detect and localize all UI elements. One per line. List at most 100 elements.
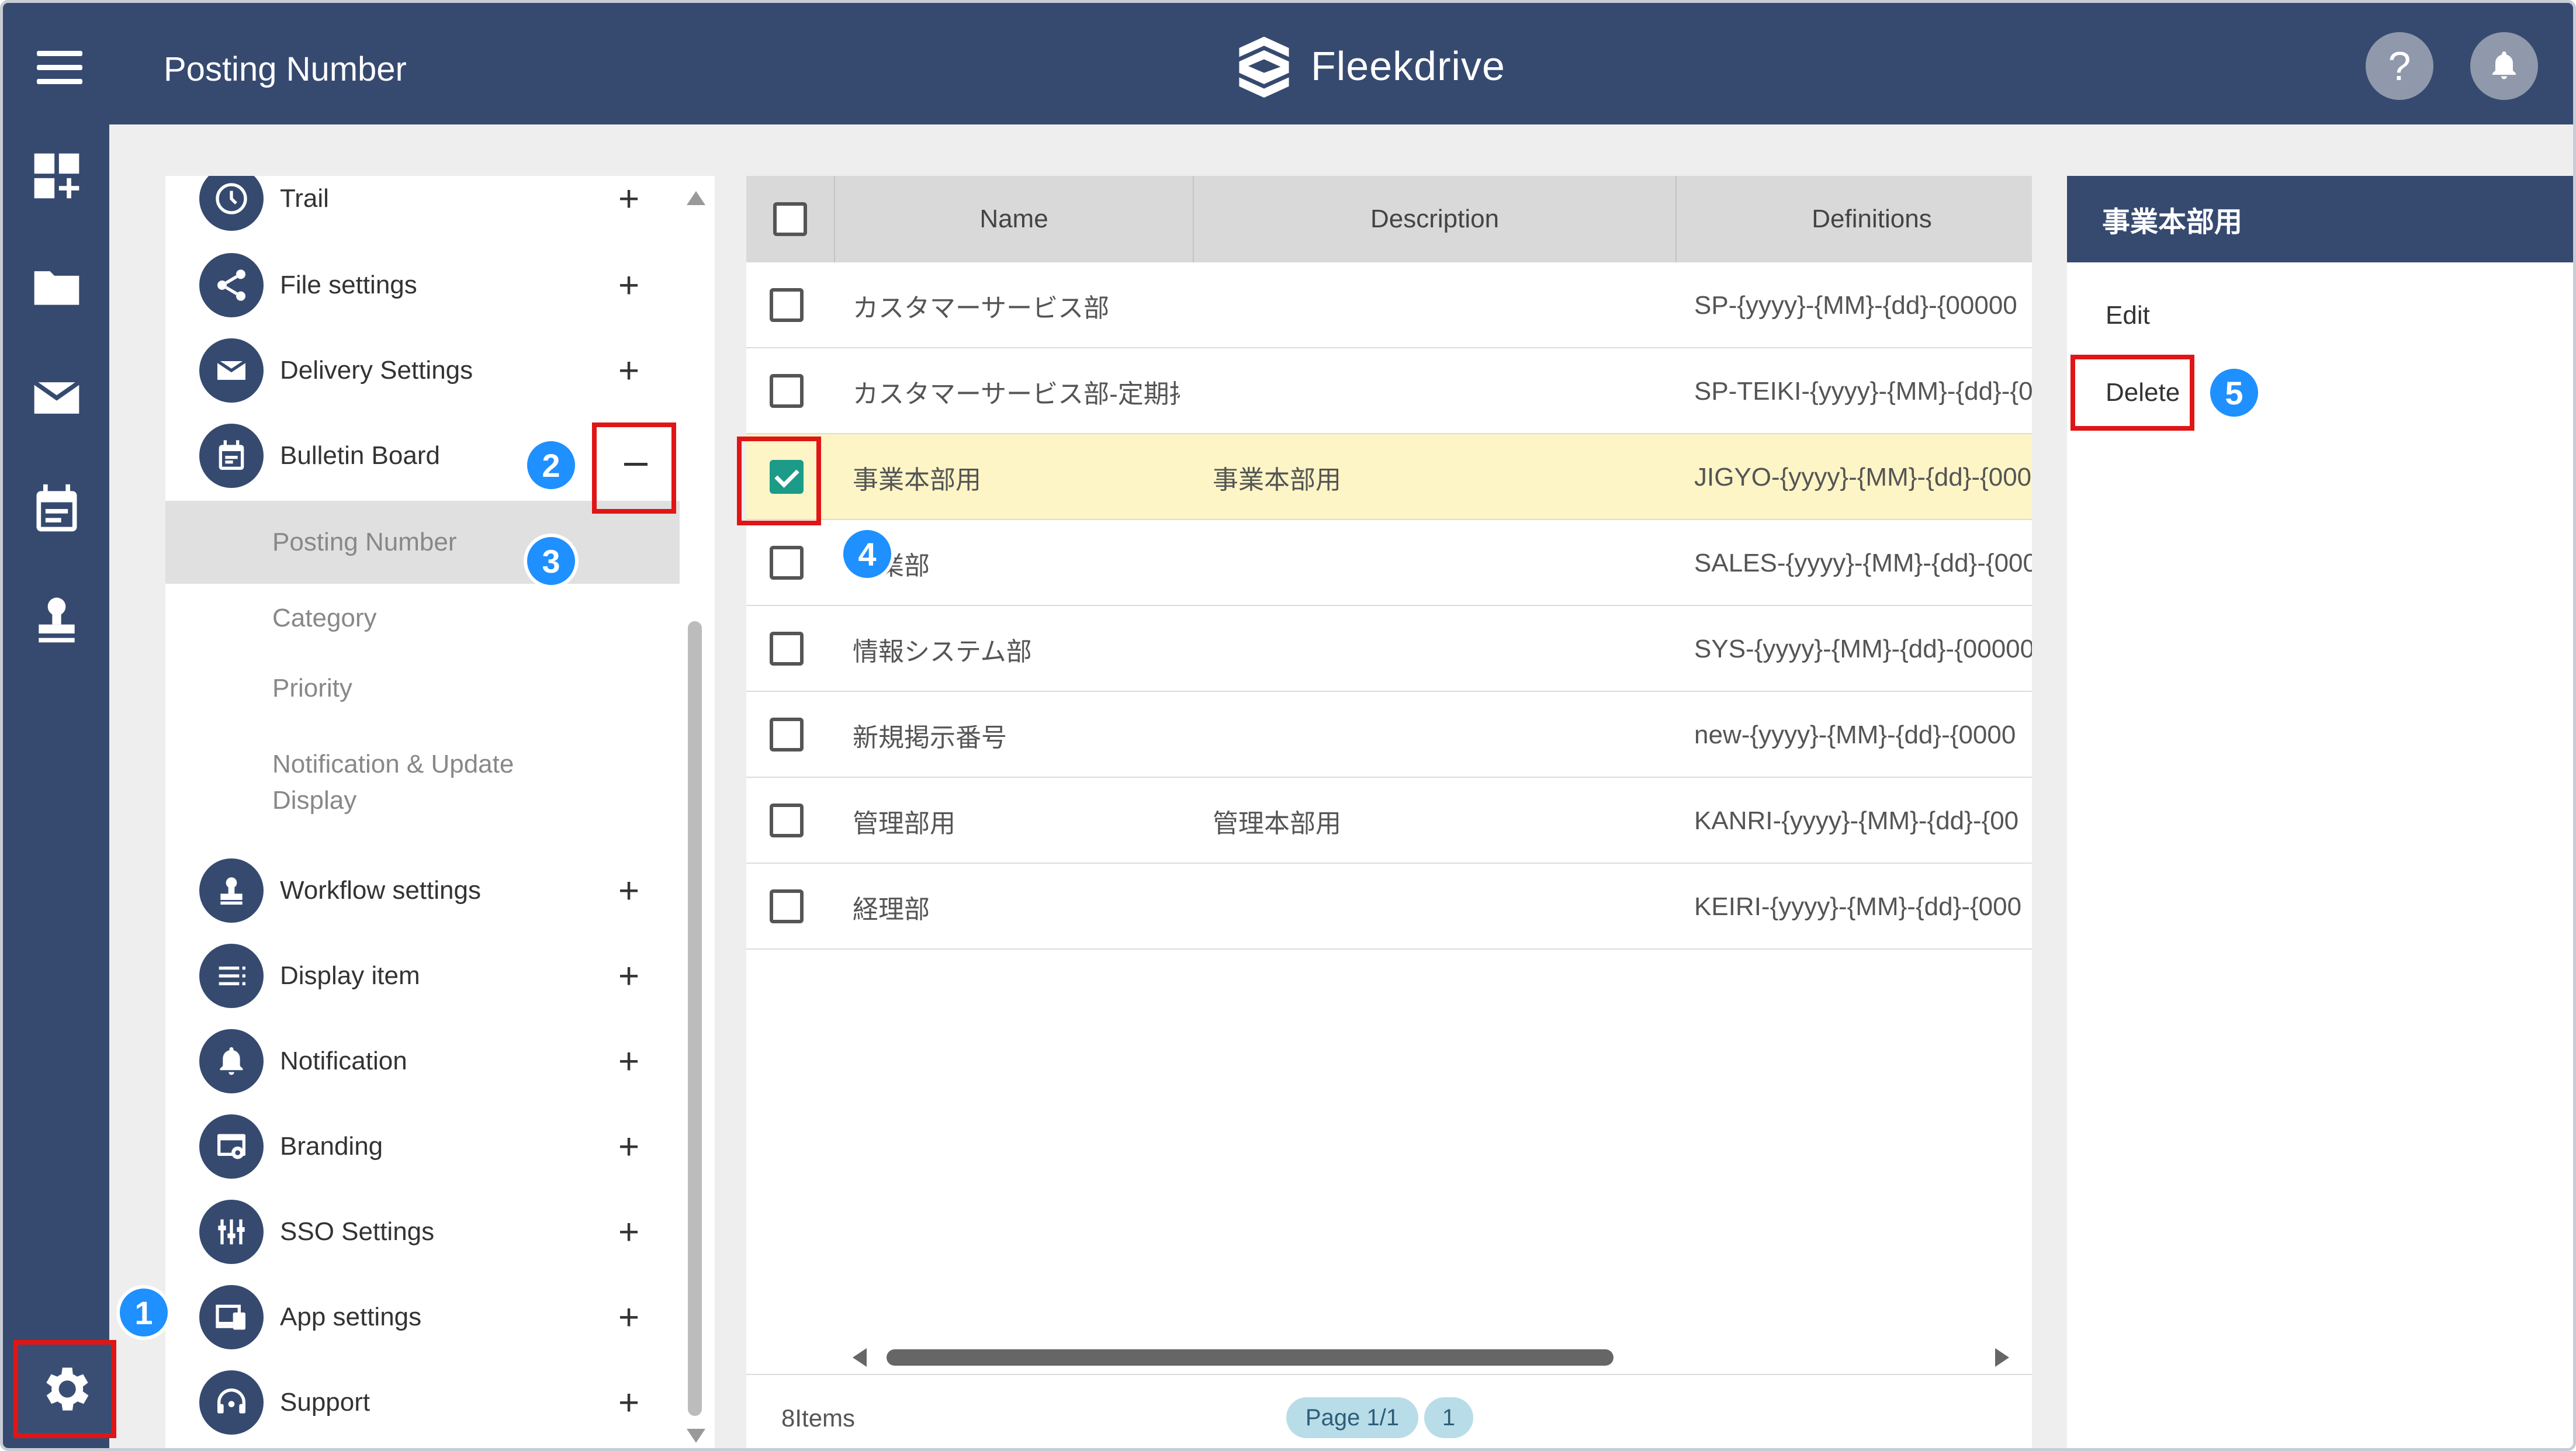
menu-item-delivery-settings[interactable]: Delivery Settings + xyxy=(165,328,680,413)
menu-scrollbar-thumb[interactable] xyxy=(688,621,702,1416)
table-header: Name Description Definitions xyxy=(746,176,2032,262)
step-badge-5: 5 xyxy=(2207,365,2262,420)
bell-icon xyxy=(199,1029,264,1093)
column-header-definitions[interactable]: Definitions xyxy=(1677,176,2032,262)
menu-item-branding[interactable]: Branding + xyxy=(165,1104,680,1189)
stamp-icon[interactable] xyxy=(30,593,84,647)
menu-item-label: Trail xyxy=(280,184,329,213)
highlight-collapse-button xyxy=(592,423,676,514)
cell-definition: new-{yyyy}-{MM}-{dd}-{0000 xyxy=(1694,720,2016,749)
mail-icon[interactable] xyxy=(30,371,84,425)
logo: Fleekdrive xyxy=(1230,31,1505,101)
step-badge-4: 4 xyxy=(840,527,895,581)
submenu-notification-update-line2[interactable]: Display xyxy=(165,782,680,819)
table-row[interactable]: カスタマーサービス部 SP-{yyyy}-{MM}-{dd}-{00000 xyxy=(746,262,2032,348)
cell-definition: SYS-{yyyy}-{MM}-{dd}-{00000 xyxy=(1694,634,2032,663)
table-row[interactable]: カスタマーサービス部-定期掲 SP-TEIKI-{yyyy}-{MM}-{dd}… xyxy=(746,348,2032,434)
cell-definition: JIGYO-{yyyy}-{MM}-{dd}-{000 xyxy=(1694,462,2032,491)
plus-icon[interactable]: + xyxy=(618,870,639,912)
row-checkbox[interactable] xyxy=(770,374,804,408)
row-checkbox[interactable] xyxy=(770,804,804,837)
menu-item-label: Branding xyxy=(280,1132,383,1161)
folder-icon[interactable] xyxy=(30,260,84,314)
sso-icon xyxy=(199,1200,264,1264)
menu-item-workflow-settings[interactable]: Workflow settings + xyxy=(165,848,680,933)
menu-item-label: Notification xyxy=(280,1047,407,1075)
submenu-category[interactable]: Category xyxy=(165,598,680,639)
step-badge-2: 2 xyxy=(524,438,579,493)
cell-name: 経理部 xyxy=(853,895,930,924)
fleekdrive-logo-icon xyxy=(1239,36,1289,98)
bell-icon xyxy=(2492,51,2516,79)
row-checkbox[interactable] xyxy=(770,632,804,666)
submenu-notification-update-line1[interactable]: Notification & Update xyxy=(165,746,680,782)
plus-icon[interactable]: + xyxy=(618,1126,639,1168)
cell-description xyxy=(1213,864,1657,950)
scroll-up-arrow-icon[interactable] xyxy=(687,191,705,205)
column-header-description[interactable]: Description xyxy=(1194,176,1677,262)
select-all-checkbox[interactable] xyxy=(773,202,807,236)
plus-icon[interactable]: + xyxy=(618,1211,639,1253)
scroll-down-arrow-icon[interactable] xyxy=(687,1429,705,1443)
scroll-right-arrow-icon[interactable] xyxy=(1995,1348,2009,1367)
page-title: Posting Number xyxy=(164,50,407,88)
table-row[interactable]: 経理部 KEIRI-{yyyy}-{MM}-{dd}-{000 xyxy=(746,864,2032,950)
calendar-icon[interactable] xyxy=(30,482,84,536)
table-row[interactable]: 新規掲示番号 new-{yyyy}-{MM}-{dd}-{0000 xyxy=(746,692,2032,778)
hamburger-menu-icon[interactable] xyxy=(37,51,84,86)
table-hscrollbar-thumb[interactable] xyxy=(887,1349,1614,1366)
menu-item-sso-settings[interactable]: SSO Settings + xyxy=(165,1189,680,1275)
plus-icon[interactable]: + xyxy=(618,1297,639,1338)
scroll-left-arrow-icon[interactable] xyxy=(853,1348,867,1367)
notification-button[interactable] xyxy=(2470,32,2538,100)
help-icon: ? xyxy=(2388,43,2411,89)
cell-definition: KEIRI-{yyyy}-{MM}-{dd}-{000 xyxy=(1694,892,2022,921)
cell-description xyxy=(1213,348,1657,434)
table-row[interactable]: 管理部用 管理本部用 KANRI-{yyyy}-{MM}-{dd}-{00 xyxy=(746,778,2032,864)
menu-item-notification[interactable]: Notification + xyxy=(165,1019,680,1104)
plus-icon[interactable]: + xyxy=(618,1041,639,1082)
logo-text: Fleekdrive xyxy=(1311,43,1505,89)
plus-icon[interactable]: + xyxy=(618,265,639,306)
cell-description xyxy=(1213,692,1657,778)
settings-menu: Trail + File settings + Delivery Setting… xyxy=(165,176,715,1448)
cell-definition: SP-{yyyy}-{MM}-{dd}-{00000 xyxy=(1694,290,2017,320)
menu-item-file-settings[interactable]: File settings + xyxy=(165,243,680,328)
page-number-button[interactable]: 1 xyxy=(1424,1397,1473,1438)
cell-definition: SP-TEIKI-{yyyy}-{MM}-{dd}-{0 xyxy=(1694,376,2032,406)
gear-icon xyxy=(46,1367,89,1411)
cell-definition: SALES-{yyyy}-{MM}-{dd}-{000 xyxy=(1694,548,2032,577)
table-row[interactable]: 情報システム部 SYS-{yyyy}-{MM}-{dd}-{00000 xyxy=(746,606,2032,692)
stamp-icon xyxy=(199,858,264,923)
highlight-row-checkbox xyxy=(737,437,821,525)
step-badge-3: 3 xyxy=(524,534,579,588)
menu-item-display-item[interactable]: Display item + xyxy=(165,933,680,1019)
dashboard-icon[interactable] xyxy=(30,149,84,203)
calendar-icon xyxy=(199,424,264,488)
column-header-name[interactable]: Name xyxy=(835,176,1194,262)
list-icon xyxy=(199,944,264,1008)
cell-name: 事業本部用 xyxy=(853,465,981,494)
plus-icon[interactable]: + xyxy=(618,350,639,392)
menu-item-app-settings[interactable]: App settings + xyxy=(165,1275,680,1360)
row-checkbox[interactable] xyxy=(770,546,804,580)
row-checkbox[interactable] xyxy=(770,288,804,322)
row-checkbox[interactable] xyxy=(770,718,804,752)
submenu-priority[interactable]: Priority xyxy=(165,668,680,709)
table-row-selected[interactable]: 事業本部用 事業本部用 JIGYO-{yyyy}-{MM}-{dd}-{000 xyxy=(746,434,2032,520)
app-window: Posting Number Fleekdrive ? Trail + File… xyxy=(0,0,2576,1451)
menu-item-trail[interactable]: Trail + xyxy=(165,176,680,241)
table-row[interactable]: 営業部 SALES-{yyyy}-{MM}-{dd}-{000 xyxy=(746,520,2032,606)
menu-item-label: App settings xyxy=(280,1303,422,1331)
edit-action[interactable]: Edit xyxy=(2106,301,2150,330)
plus-icon[interactable]: + xyxy=(618,1382,639,1424)
plus-icon[interactable]: + xyxy=(618,955,639,997)
settings-gear-button[interactable] xyxy=(13,1340,116,1438)
row-checkbox[interactable] xyxy=(770,889,804,923)
table-footer-divider xyxy=(746,1374,2032,1375)
menu-item-support[interactable]: Support + xyxy=(165,1360,680,1445)
help-button[interactable]: ? xyxy=(2366,32,2433,100)
plus-icon[interactable]: + xyxy=(618,178,639,220)
menu-item-label: Workflow settings xyxy=(280,876,481,905)
devices-icon xyxy=(199,1285,264,1349)
